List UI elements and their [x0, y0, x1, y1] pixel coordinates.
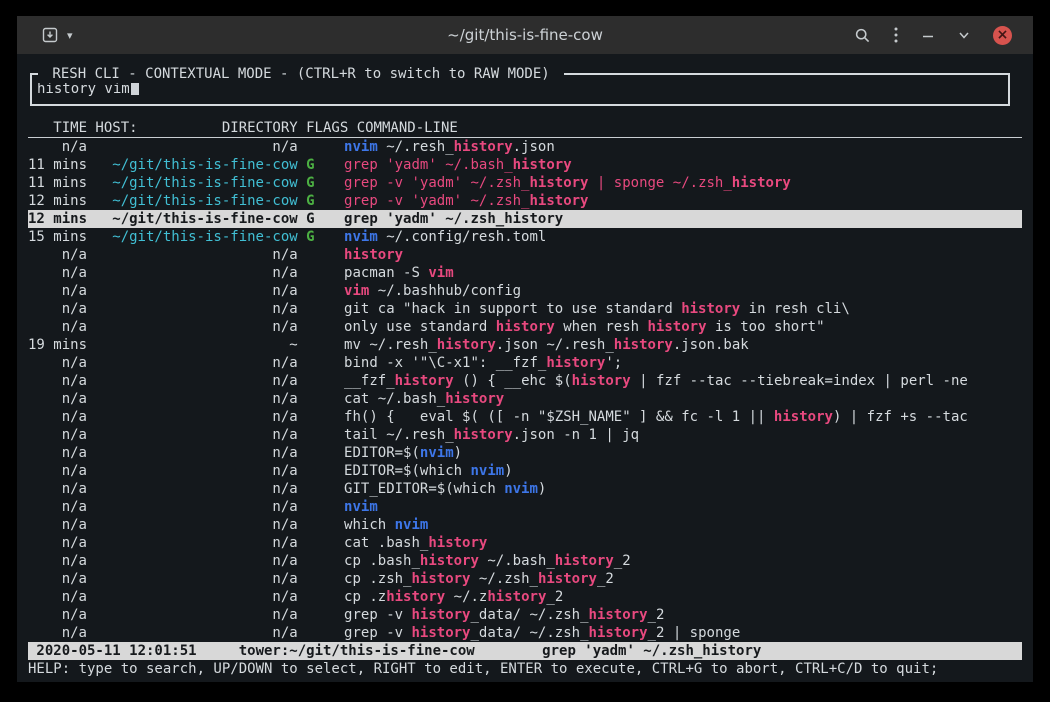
- history-row[interactable]: 19 mins~mv ~/.resh_history.json ~/.resh_…: [28, 336, 1022, 354]
- header-command-line: COMMAND-LINE: [357, 119, 458, 137]
- header-host: HOST:: [95, 119, 137, 137]
- new-terminal-button[interactable]: [42, 27, 58, 43]
- history-row[interactable]: n/an/acp .zsh_history ~/.zsh_history_2: [28, 570, 1022, 588]
- history-row[interactable]: n/an/aEDITOR=$(nvim): [28, 444, 1022, 462]
- close-icon: ×: [997, 28, 1009, 42]
- history-row[interactable]: 15 mins~/git/this-is-fine-cowGnvim ~/.co…: [28, 228, 1022, 246]
- history-row[interactable]: n/an/abind -x '"\C-x1": __fzf_history';: [28, 354, 1022, 372]
- history-row[interactable]: n/an/ahistory: [28, 246, 1022, 264]
- menu-button[interactable]: [893, 26, 899, 44]
- history-row[interactable]: 11 mins~/git/this-is-fine-cowGgrep -v 'y…: [28, 174, 1022, 192]
- history-row[interactable]: n/an/acat .bash_history: [28, 534, 1022, 552]
- dropdown-caret-icon[interactable]: ▾: [67, 30, 73, 41]
- history-row[interactable]: n/an/agit ca "hack in support to use sta…: [28, 300, 1022, 318]
- history-row[interactable]: n/an/a__fzf_history () { __ehc $(history…: [28, 372, 1022, 390]
- restore-button[interactable]: [957, 28, 971, 42]
- search-button[interactable]: [854, 27, 871, 44]
- minimize-button[interactable]: [921, 28, 935, 42]
- table-header: TIME HOST: DIRECTORY FLAGS COMMAND-LINE: [28, 119, 1022, 138]
- terminal-screen: RESH CLI - CONTEXTUAL MODE - (CTRL+R to …: [17, 54, 1033, 682]
- history-row[interactable]: n/an/atail ~/.resh_history.json -n 1 | j…: [28, 426, 1022, 444]
- search-icon: [854, 27, 871, 44]
- history-row[interactable]: n/an/acp .bash_history ~/.bash_history_2: [28, 552, 1022, 570]
- titlebar: ▾ ~/git/this-is-fine-cow: [17, 16, 1033, 54]
- kebab-menu-icon: [893, 26, 899, 44]
- history-row[interactable]: n/an/apacman -S vim: [28, 264, 1022, 282]
- history-row[interactable]: 12 mins~/git/this-is-fine-cowGgrep -v 'y…: [28, 192, 1022, 210]
- search-box-title: RESH CLI - CONTEXTUAL MODE - (CTRL+R to …: [38, 65, 564, 83]
- history-row[interactable]: n/an/afh() { eval $( ([ -n "$ZSH_NAME" ]…: [28, 408, 1022, 426]
- status-location: tower:~/git/this-is-fine-cow: [239, 642, 475, 660]
- header-flags: FLAGS: [306, 119, 348, 137]
- minimize-icon: [921, 28, 935, 42]
- resh-search-box[interactable]: RESH CLI - CONTEXTUAL MODE - (CTRL+R to …: [30, 73, 1010, 106]
- desktop: ▾ ~/git/this-is-fine-cow: [0, 0, 1050, 702]
- history-row[interactable]: n/an/anvim: [28, 498, 1022, 516]
- status-command: grep 'yadm' ~/.zsh_history: [542, 642, 761, 660]
- status-datetime: 2020-05-11 12:01:51: [36, 642, 196, 660]
- search-input[interactable]: history vim: [37, 81, 130, 97]
- new-window-icon: [42, 27, 58, 43]
- titlebar-left-controls: ▾: [17, 27, 73, 43]
- history-list: n/an/anvim ~/.resh_history.json11 mins~/…: [28, 138, 1022, 642]
- history-row[interactable]: n/an/aGIT_EDITOR=$(which nvim): [28, 480, 1022, 498]
- history-row-selected[interactable]: 12 mins~/git/this-is-fine-cowGgrep 'yadm…: [28, 210, 1022, 228]
- header-directory: DIRECTORY: [222, 119, 298, 137]
- history-row[interactable]: n/an/acp .zhistory ~/.zhistory_2: [28, 588, 1022, 606]
- history-row[interactable]: 11 mins~/git/this-is-fine-cowGgrep 'yadm…: [28, 156, 1022, 174]
- history-row[interactable]: n/an/avim ~/.bashhub/config: [28, 282, 1022, 300]
- restore-icon: [957, 28, 971, 42]
- titlebar-right-controls: ×: [854, 26, 1033, 45]
- help-bar: HELP: type to search, UP/DOWN to select,…: [28, 660, 1022, 678]
- header-host-directory: HOST: DIRECTORY: [95, 119, 297, 137]
- history-row[interactable]: n/an/aEDITOR=$(which nvim): [28, 462, 1022, 480]
- close-button[interactable]: ×: [993, 26, 1012, 45]
- header-time: TIME: [28, 119, 87, 137]
- history-row[interactable]: n/an/agrep -v history_data/ ~/.zsh_histo…: [28, 606, 1022, 624]
- history-row[interactable]: n/an/aonly use standard history when res…: [28, 318, 1022, 336]
- history-row[interactable]: n/an/agrep -v history_data/ ~/.zsh_histo…: [28, 624, 1022, 642]
- history-row[interactable]: n/an/anvim ~/.resh_history.json: [28, 138, 1022, 156]
- history-row[interactable]: n/an/awhich nvim: [28, 516, 1022, 534]
- status-bar: 2020-05-11 12:01:51 tower:~/git/this-is-…: [28, 642, 1022, 660]
- history-row[interactable]: n/an/acat ~/.bash_history: [28, 390, 1022, 408]
